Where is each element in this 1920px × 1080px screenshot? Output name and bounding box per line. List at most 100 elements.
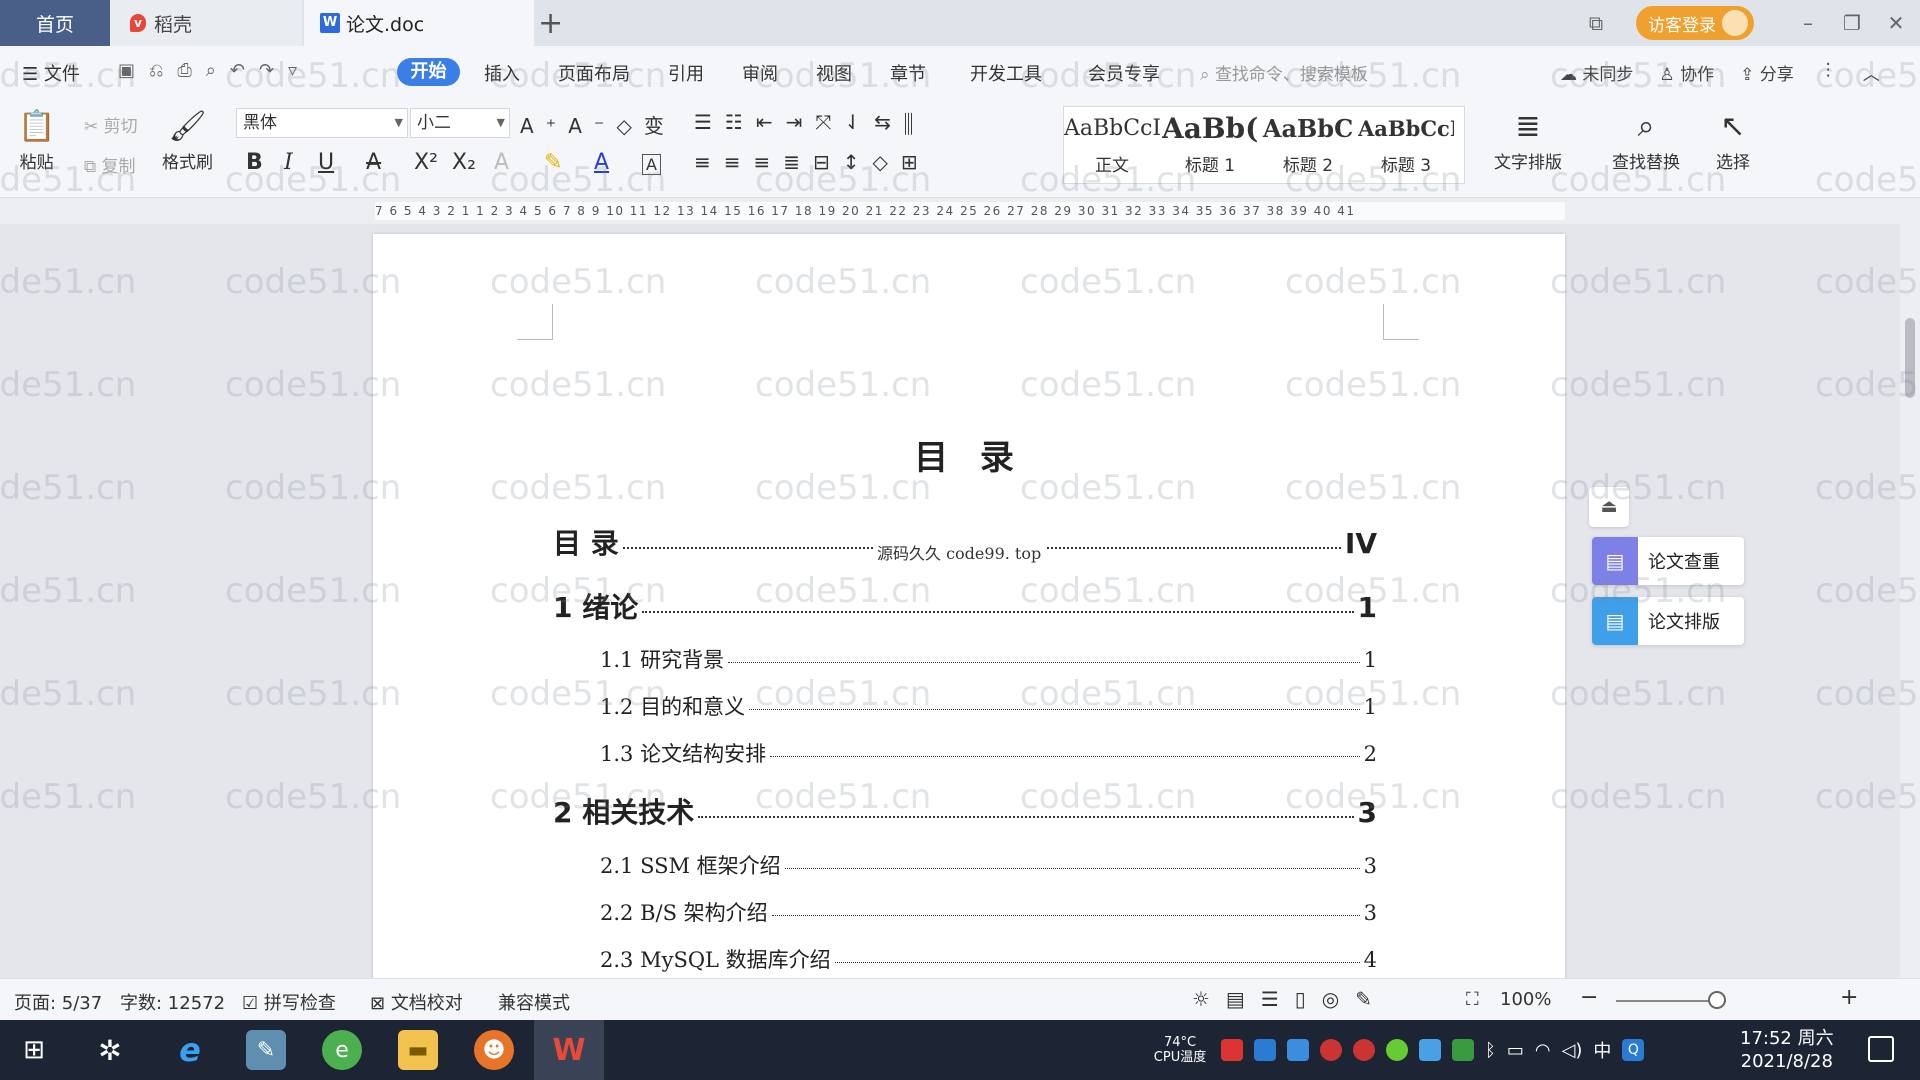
windows-start-icon[interactable]: ⊞ [14, 1030, 54, 1070]
command-search[interactable]: ⌕ 查找命令、搜索模板 [1200, 60, 1368, 85]
close-button[interactable]: ✕ [1876, 11, 1916, 35]
tab-view[interactable]: 视图 [816, 60, 852, 86]
tray-app-icon[interactable] [1221, 1039, 1243, 1061]
char-border-button[interactable]: A [642, 154, 661, 175]
tab-insert[interactable]: 插入 [484, 60, 520, 86]
sync-button[interactable]: ☁ 未同步 [1560, 60, 1633, 85]
ie-browser-icon[interactable]: e [170, 1030, 210, 1070]
subscript-button[interactable]: X₂ [452, 150, 476, 175]
style-heading2[interactable]: AaBbC 标题 2 [1260, 113, 1356, 176]
horizontal-ruler[interactable]: 7 6 5 4 3 2 1 1 2 3 4 5 6 7 8 9 10 11 12… [0, 198, 1920, 224]
scrollbar-thumb[interactable] [1905, 318, 1915, 398]
superscript-button[interactable]: X² [414, 150, 438, 175]
share-button[interactable]: ⇪ 分享 [1740, 60, 1794, 85]
document-canvas[interactable]: 目 录 目 录 IV 源码久久 code99. top 1 绪论 1 1.1 研究背… [0, 224, 1900, 994]
vertical-scrollbar[interactable] [1900, 224, 1920, 978]
underline-button[interactable]: U [318, 150, 334, 175]
document-page[interactable]: 目 录 目 录 IV 源码久久 code99. top 1 绪论 1 1.1 研究背… [373, 234, 1565, 994]
toc-entry[interactable]: 1.2 目的和意义 1 [600, 691, 1377, 721]
toc-entry[interactable]: 2.1 SSM 框架介绍 3 [600, 850, 1377, 880]
toc-entry[interactable]: 1 绪论 1 [553, 586, 1377, 626]
tab-document[interactable]: W 论文.doc [304, 0, 534, 46]
tray-app-icon[interactable] [1386, 1039, 1408, 1061]
file-menu[interactable]: ☰ 文件 [22, 60, 80, 86]
cut-button[interactable]: ✂ 剪切 [84, 112, 138, 137]
file-explorer-icon[interactable]: ▬ [398, 1030, 438, 1070]
cpu-temp-widget[interactable]: 74°C CPU温度 [1150, 1035, 1210, 1065]
battery-icon[interactable]: ▭ [1507, 1040, 1524, 1061]
strikethrough-button[interactable]: A [366, 150, 381, 175]
proofread-button[interactable]: ⊠ 文档校对 [370, 989, 463, 1015]
copy-button[interactable]: ⧉ 复制 [84, 152, 136, 177]
tab-chapter[interactable]: 章节 [890, 60, 926, 86]
qq-icon[interactable] [1353, 1039, 1375, 1061]
font-size-select[interactable]: 小二 ▼ [410, 108, 510, 138]
notepad-app-icon[interactable]: ✎ [246, 1030, 286, 1070]
collab-button[interactable]: ♙ 协作 [1659, 60, 1714, 85]
restore-button[interactable]: ❐ [1832, 11, 1872, 35]
system-clock[interactable]: 17:52 周六 2021/8/28 [1740, 1027, 1834, 1073]
tab-developer[interactable]: 开发工具 [970, 60, 1042, 86]
tab-member[interactable]: 会员专享 [1088, 60, 1160, 86]
font-name-select[interactable]: 黑体 ▼ [236, 108, 408, 138]
paste-button[interactable]: 📋 粘贴 [18, 106, 55, 173]
style-heading3[interactable]: AaBbCcI 标题 3 [1358, 113, 1454, 176]
tab-daoke[interactable]: v 稻壳 [110, 0, 302, 46]
select-button[interactable]: ↖ 选择 [1716, 106, 1750, 173]
bold-button[interactable]: B [246, 150, 263, 175]
tab-review[interactable]: 审阅 [742, 60, 778, 86]
notification-center-icon[interactable] [1868, 1036, 1894, 1062]
paper-layout-button[interactable]: ▤ 论文排版 [1592, 597, 1744, 645]
bluetooth-icon[interactable]: ᛒ [1485, 1040, 1496, 1061]
reader-mode-icon[interactable]: ⧉ [1576, 11, 1616, 35]
collapse-ribbon-icon[interactable]: ︿ [1863, 60, 1880, 85]
minimize-button[interactable]: – [1788, 11, 1828, 35]
fit-page-icon[interactable]: ⛶ [1466, 989, 1479, 1010]
toc-entry[interactable]: 2 相关技术 3 [553, 791, 1377, 831]
page-indicator[interactable]: 页面: 5/37 [14, 989, 102, 1015]
zoom-level[interactable]: 100% [1500, 989, 1551, 1010]
tab-home[interactable]: 首页 [0, 0, 110, 46]
spell-check-button[interactable]: ☑ 拼写检查 [242, 989, 336, 1015]
paragraph-tools-row1[interactable]: ☰☷⇤⇥⤧⇃⇆⫼ [694, 110, 926, 134]
toc-entry[interactable]: 2.3 MySQL 数据库介绍 4 [600, 944, 1377, 974]
zoom-in-button[interactable]: + [1840, 985, 1858, 1010]
word-count[interactable]: 字数: 12572 [120, 989, 225, 1015]
find-replace-button[interactable]: ⌕ 查找替换 [1612, 106, 1680, 173]
qq-icon[interactable] [1320, 1039, 1342, 1061]
tab-start[interactable]: 开始 [397, 58, 460, 86]
tab-page-layout[interactable]: 页面布局 [558, 60, 630, 86]
style-normal[interactable]: AaBbCcI 正文 [1064, 113, 1160, 176]
wps-app-icon[interactable]: W [534, 1020, 604, 1080]
paper-check-button[interactable]: ▤ 论文查重 [1592, 537, 1744, 585]
zoom-slider-handle[interactable] [1708, 991, 1726, 1009]
tab-references[interactable]: 引用 [668, 60, 704, 86]
highlight-icon[interactable]: ✎ [544, 150, 562, 175]
toc-entry[interactable]: 1.3 论文结构安排 2 [600, 738, 1377, 768]
guest-login-button[interactable]: 访客登录 [1636, 6, 1754, 40]
game-app-icon[interactable]: ☻ [474, 1030, 514, 1070]
new-tab-button[interactable]: + [538, 6, 563, 41]
style-heading1[interactable]: AaBb(标题 1 [1162, 113, 1258, 176]
ime-indicator[interactable]: 中 [1593, 1037, 1611, 1063]
more-icon[interactable]: ⋮ [1820, 60, 1837, 85]
pinwheel-app-icon[interactable]: ✲ [90, 1030, 130, 1070]
wifi-icon[interactable]: ◠ [1535, 1040, 1551, 1061]
volume-icon[interactable]: ◁) [1562, 1040, 1583, 1061]
format-painter-button[interactable]: 🖌 格式刷 [162, 106, 213, 173]
text-layout-button[interactable]: ≣ 文字排版 [1494, 106, 1562, 173]
nvidia-icon[interactable] [1452, 1039, 1474, 1061]
view-mode-icons[interactable]: ☼▤☰▯◎✎ [1192, 987, 1388, 1011]
toc-entry[interactable]: 1.1 研究背景 1 [600, 644, 1377, 674]
italic-button[interactable]: I [284, 150, 293, 175]
zoom-out-button[interactable]: − [1580, 985, 1598, 1010]
input-method-icon[interactable]: Q [1622, 1039, 1645, 1061]
browser-360-icon[interactable]: e [322, 1030, 362, 1070]
shield-icon[interactable] [1287, 1039, 1309, 1061]
toc-entry[interactable]: 2.2 B/S 架构介绍 3 [600, 897, 1377, 927]
tray-app-icon[interactable] [1419, 1039, 1441, 1061]
font-size-grow-shrink[interactable]: A⁺A⁻◇变 [520, 110, 676, 139]
side-panel-collapse-icon[interactable]: ⏏ [1589, 487, 1629, 527]
quick-access-toolbar[interactable]: ▣⎌⎙⌕↶↷▿ [118, 60, 311, 81]
text-effect-button[interactable]: A [494, 150, 509, 175]
